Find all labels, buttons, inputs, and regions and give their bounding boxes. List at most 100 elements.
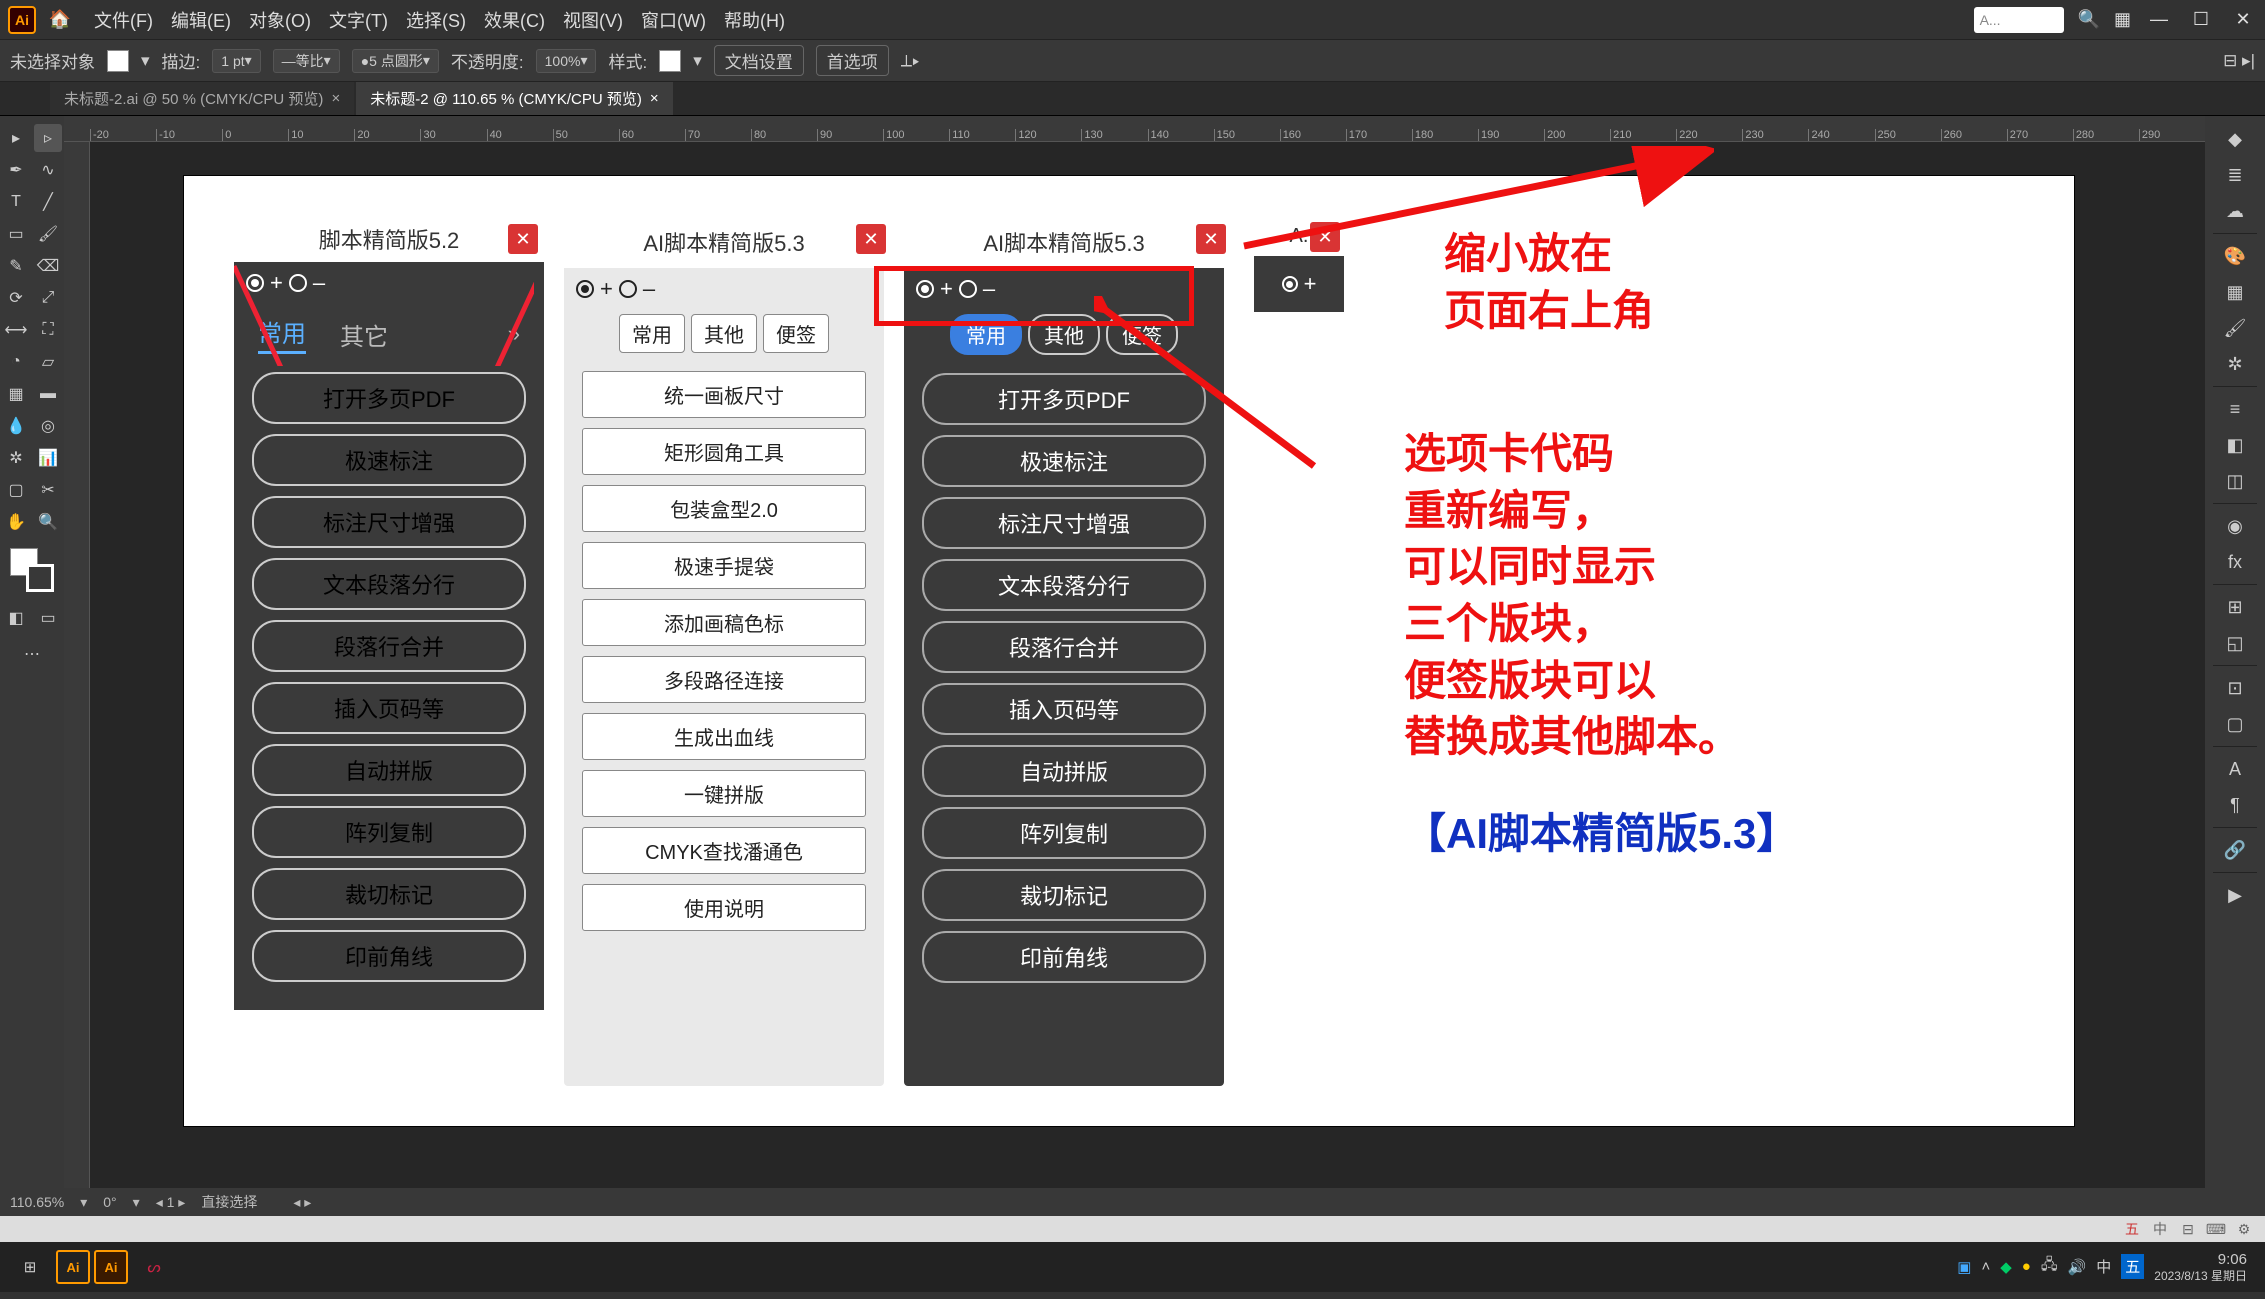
ime-lang-icon[interactable]: 中 — [2151, 1220, 2169, 1238]
tab-more-icon[interactable]: » — [508, 321, 520, 347]
line-tool[interactable]: ╱ — [34, 188, 62, 216]
symbols-panel-icon[interactable]: ✲ — [2214, 347, 2256, 381]
brushes-panel-icon[interactable]: 🖌 — [2214, 311, 2256, 345]
menu-select[interactable]: 选择(S) — [406, 7, 466, 33]
ime-gear-icon[interactable]: ⚙ — [2235, 1220, 2253, 1238]
hand-tool[interactable]: ✋ — [2, 508, 30, 536]
btn-open-pdf[interactable]: 打开多页PDF — [252, 372, 526, 424]
graphic-styles-panel-icon[interactable]: fx — [2214, 545, 2256, 579]
menu-type[interactable]: 文字(T) — [329, 7, 388, 33]
curvature-tool[interactable]: ∿ — [34, 156, 62, 184]
btn-quick-bag[interactable]: 极速手提袋 — [582, 542, 866, 589]
window-min-icon[interactable]: — — [2145, 6, 2173, 34]
menu-view[interactable]: 视图(V) — [563, 7, 623, 33]
menu-window[interactable]: 窗口(W) — [641, 7, 706, 33]
window-close-icon[interactable]: ✕ — [2229, 6, 2257, 34]
stroke-profile-dd[interactable]: — 等比 ▾ — [273, 49, 340, 73]
btn-auto-impose[interactable]: 自动拼版 — [922, 745, 1206, 797]
ime-wubi-icon[interactable]: 五 — [2123, 1220, 2141, 1238]
links-panel-icon[interactable]: 🔗 — [2214, 833, 2256, 867]
para-panel-icon[interactable]: ¶ — [2214, 788, 2256, 822]
gradient-panel-icon[interactable]: ◧ — [2214, 428, 2256, 462]
doc-tab-2[interactable]: 未标题-2 @ 110.65 % (CMYK/CPU 预览)× — [356, 82, 672, 115]
btn-crop-marks[interactable]: 裁切标记 — [252, 868, 526, 920]
btn-box-template[interactable]: 包装盒型2.0 — [582, 485, 866, 532]
shape-builder-tool[interactable]: ◔ — [2, 348, 30, 376]
color-mode-icon[interactable]: ◧ — [2, 604, 30, 632]
tray-network-icon[interactable]: 🖧 — [2041, 1254, 2058, 1279]
blend-tool[interactable]: ◎ — [34, 412, 62, 440]
rotate-tool[interactable]: ⟳ — [2, 284, 30, 312]
btn-dim-enhance[interactable]: 标注尺寸增强 — [252, 496, 526, 548]
tab-other[interactable]: 其它 — [340, 317, 388, 352]
properties-panel-icon[interactable]: ◆ — [2214, 122, 2256, 156]
preferences-button[interactable]: 首选项 — [816, 45, 889, 76]
radio-expand-icon[interactable] — [246, 274, 264, 292]
brush-tool[interactable]: 🖌 — [34, 220, 62, 248]
radio-expand-icon[interactable] — [576, 280, 594, 298]
tab-notes[interactable]: 便签 — [763, 314, 829, 353]
libraries-panel-icon[interactable]: ☁ — [2214, 194, 2256, 228]
appearance-panel-icon[interactable]: ◉ — [2214, 509, 2256, 543]
graph-tool[interactable]: 📊 — [34, 444, 62, 472]
style-swatch[interactable] — [659, 50, 681, 72]
btn-round-rect[interactable]: 矩形圆角工具 — [582, 428, 866, 475]
menu-help[interactable]: 帮助(H) — [724, 7, 785, 33]
layers-panel-icon[interactable]: ≣ — [2214, 158, 2256, 192]
edit-toolbar-icon[interactable]: ⋯ — [18, 640, 46, 668]
ime-split-icon[interactable]: ⊟ — [2179, 1220, 2197, 1238]
taskbar-ai-active-icon[interactable]: Ai — [94, 1250, 128, 1284]
menu-effect[interactable]: 效果(C) — [484, 7, 545, 33]
menu-edit[interactable]: 编辑(E) — [171, 7, 231, 33]
btn-prepress-corner[interactable]: 印前角线 — [922, 931, 1206, 983]
artboard-nav[interactable]: ◂ 1 ▸ — [156, 1194, 186, 1211]
start-button[interactable]: ⊞ — [8, 1249, 52, 1285]
tray-notif-icon[interactable]: ▣ — [1957, 1258, 1971, 1276]
swatches-panel-icon[interactable]: ▦ — [2214, 275, 2256, 309]
tab-common[interactable]: 常用 — [258, 314, 306, 354]
slice-tool[interactable]: ✂ — [34, 476, 62, 504]
tray-app1-icon[interactable]: ◆ — [2000, 1258, 2012, 1276]
btn-one-click-impose[interactable]: 一键拼版 — [582, 770, 866, 817]
align-icon[interactable]: ⟂▸ — [901, 51, 920, 71]
taskbar-clock[interactable]: 9:06 2023/8/13 星期日 — [2154, 1251, 2257, 1283]
selection-tool[interactable]: ▸ — [2, 124, 30, 152]
direct-select-tool[interactable]: ▹ — [34, 124, 62, 152]
btn-help[interactable]: 使用说明 — [582, 884, 866, 931]
btn-bleed-line[interactable]: 生成出血线 — [582, 713, 866, 760]
width-tool[interactable]: ⟷ — [2, 316, 30, 344]
btn-auto-impose[interactable]: 自动拼版 — [252, 744, 526, 796]
search-icon[interactable]: 🔍 — [2078, 9, 2100, 30]
zoom-level[interactable]: 110.65% — [10, 1194, 64, 1210]
btn-page-num[interactable]: 插入页码等 — [922, 683, 1206, 735]
char-panel-icon[interactable]: A — [2214, 752, 2256, 786]
free-transform-tool[interactable]: ⛶ — [34, 316, 62, 344]
zoom-tool[interactable]: 🔍 — [34, 508, 62, 536]
scale-tool[interactable]: ⤢ — [34, 284, 62, 312]
mesh-tool[interactable]: ▦ — [2, 380, 30, 408]
btn-crop-marks[interactable]: 裁切标记 — [922, 869, 1206, 921]
taskbar-app-icon[interactable]: ᔕ — [132, 1249, 176, 1285]
panel-toggle-icon[interactable]: ⊟ ▸| — [2223, 51, 2255, 71]
btn-quick-dim[interactable]: 极速标注 — [252, 434, 526, 486]
gradient-tool[interactable]: ▬ — [34, 380, 62, 408]
canvas[interactable]: -20-100102030405060708090100110120130140… — [64, 116, 2205, 1188]
tab-other[interactable]: 其他 — [691, 314, 757, 353]
btn-cmyk-pantone[interactable]: CMYK查找潘通色 — [582, 827, 866, 874]
fill-stroke-control[interactable] — [10, 548, 54, 592]
btn-unify-artboard[interactable]: 统一画板尺寸 — [582, 371, 866, 418]
btn-text-split[interactable]: 文本段落分行 — [922, 559, 1206, 611]
rotate-view[interactable]: 0° — [103, 1194, 116, 1210]
align-panel-icon[interactable]: ⊞ — [2214, 590, 2256, 624]
btn-prepress-corner[interactable]: 印前角线 — [252, 930, 526, 982]
radio-collapse-icon[interactable] — [289, 274, 307, 292]
radio-expand-icon[interactable] — [1282, 276, 1298, 292]
btn-array-copy[interactable]: 阵列复制 — [252, 806, 526, 858]
stroke-panel-icon[interactable]: ≡ — [2214, 392, 2256, 426]
adobe-search[interactable]: A... — [1974, 7, 2064, 33]
shaper-tool[interactable]: ✎ — [2, 252, 30, 280]
symbol-sprayer-tool[interactable]: ✲ — [2, 444, 30, 472]
opacity-input[interactable]: 100% ▾ — [536, 49, 597, 73]
close-tab-icon[interactable]: × — [331, 90, 340, 107]
tray-chevron-up-icon[interactable]: ˄ — [1981, 1258, 1990, 1275]
